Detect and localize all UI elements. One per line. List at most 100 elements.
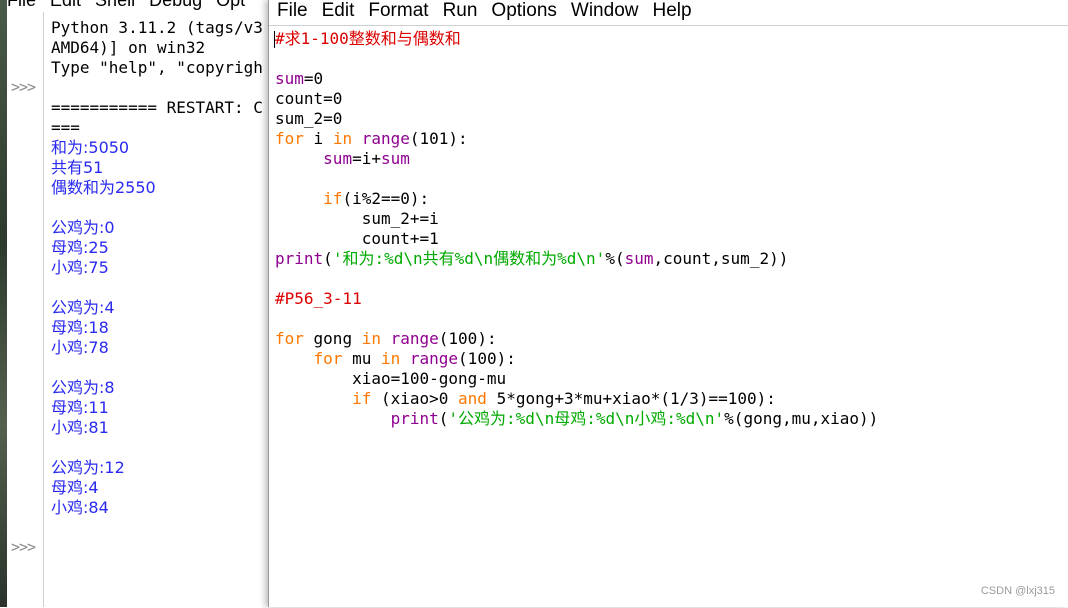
code-token: and bbox=[458, 389, 487, 408]
code-line: for gong in range(100): bbox=[275, 329, 878, 349]
code-token: (100): bbox=[438, 329, 497, 348]
code-text[interactable]: #求1-100整数和与偶数和 sum=0 count=0 sum_2=0 for i … bbox=[275, 29, 878, 429]
code-token: (100): bbox=[458, 349, 516, 368]
code-line: sum=i+sum bbox=[275, 149, 878, 169]
code-token: =i+ bbox=[352, 149, 381, 168]
code-line: count+=1 bbox=[275, 229, 878, 249]
code-token: in bbox=[332, 129, 353, 148]
code-token: xiao=100-gong-mu bbox=[275, 369, 507, 388]
shell-menu-debug[interactable]: Debug bbox=[149, 0, 202, 10]
code-token: (101): bbox=[409, 129, 468, 148]
shell-output-line: 母鸡:11 bbox=[51, 398, 109, 417]
python-shell-window[interactable]: File Edit Shell Debug Opt >>> >>> Python 3.1… bbox=[7, 0, 269, 607]
code-token: ( bbox=[323, 249, 333, 268]
code-line: for i in range(101): bbox=[275, 129, 878, 149]
menu-run[interactable]: Run bbox=[441, 0, 480, 24]
shell-prompt-gutter: >>> >>> bbox=[7, 12, 44, 607]
shell-output-line bbox=[51, 278, 269, 298]
shell-output-line: 母鸡:25 bbox=[51, 238, 109, 257]
shell-output-line bbox=[51, 438, 269, 458]
shell-prompt: >>> bbox=[11, 78, 36, 96]
code-token: sum_2=0 bbox=[275, 109, 343, 128]
shell-output-line: 公鸡为:8 bbox=[51, 378, 115, 397]
shell-header-line bbox=[51, 78, 269, 98]
shell-header-line: Type "help", "copyrigh bbox=[51, 58, 263, 77]
shell-header-line: === bbox=[51, 118, 80, 137]
code-line: xiao=100-gong-mu bbox=[275, 369, 878, 389]
code-line: print('和为:%d\n共有%d\n偶数和为%d\n'%(sum,count… bbox=[275, 249, 878, 269]
code-token: ,count,sum_2)) bbox=[653, 249, 789, 268]
shell-output-line: 公鸡为:12 bbox=[51, 458, 125, 477]
shell-output-line bbox=[51, 198, 269, 218]
code-editor[interactable]: #求1-100整数和与偶数和 sum=0 count=0 sum_2=0 for i … bbox=[269, 25, 1068, 608]
code-line: sum_2=0 bbox=[275, 109, 878, 129]
menu-format[interactable]: Format bbox=[366, 0, 430, 24]
shell-output[interactable]: Python 3.11.2 (tags/v3 AMD64)] on win32 Ty… bbox=[51, 18, 269, 518]
code-token: =0 bbox=[303, 69, 324, 88]
code-token: range bbox=[390, 329, 439, 348]
shell-output-line: 和为:5050 bbox=[51, 138, 130, 157]
shell-prompt: >>> bbox=[11, 538, 36, 556]
code-token: in bbox=[361, 329, 381, 348]
editor-window[interactable]: File Edit Format Run Options Window Help… bbox=[268, 0, 1068, 607]
code-token: mu bbox=[342, 349, 381, 368]
code-line: if(i%2==0): bbox=[275, 189, 878, 209]
code-token: for bbox=[313, 349, 343, 368]
shell-menu-options[interactable]: Opt bbox=[216, 0, 245, 10]
code-token: sum bbox=[624, 249, 654, 268]
code-line: print('公鸡为:%d\n母鸡:%d\n小鸡:%d\n'%(gong,mu,… bbox=[275, 409, 879, 429]
menu-window[interactable]: Window bbox=[569, 0, 641, 24]
shell-output-line: 公鸡为:4 bbox=[51, 298, 115, 317]
code-line: #求1-100整数和与偶数和 bbox=[275, 29, 878, 49]
code-token: range bbox=[409, 349, 459, 368]
shell-menu-shell[interactable]: Shell bbox=[95, 0, 135, 10]
shell-menubar: File Edit Shell Debug Opt bbox=[7, 0, 269, 12]
code-token: for bbox=[275, 129, 304, 148]
menu-file[interactable]: File bbox=[275, 0, 310, 24]
code-token: for bbox=[275, 329, 304, 348]
shell-menu-edit[interactable]: Edit bbox=[50, 0, 81, 10]
code-token: sum bbox=[380, 149, 410, 168]
menu-options[interactable]: Options bbox=[489, 0, 558, 24]
shell-menu-file[interactable]: File bbox=[7, 0, 36, 10]
code-line: for mu in range(100): bbox=[275, 349, 878, 369]
code-token: #求1-100整数和与偶数和 bbox=[275, 29, 461, 48]
shell-output-line bbox=[51, 358, 269, 378]
code-token: count+=1 bbox=[275, 229, 439, 248]
code-line: count=0 bbox=[275, 89, 878, 109]
code-token: i bbox=[303, 129, 333, 148]
shell-output-line: 小鸡:84 bbox=[51, 498, 109, 517]
code-token: sum_2+=i bbox=[275, 209, 439, 228]
code-token: count=0 bbox=[275, 89, 343, 108]
code-token: range bbox=[361, 129, 410, 148]
shell-output-line: 母鸡:18 bbox=[51, 318, 109, 337]
code-token: (xiao>0 bbox=[371, 389, 459, 408]
code-token: ( bbox=[438, 409, 449, 428]
editor-menubar: File Edit Format Run Options Window Help bbox=[269, 0, 1068, 24]
code-token: print bbox=[390, 409, 439, 428]
shell-header-line: =========== RESTART: C bbox=[51, 98, 263, 117]
shell-output-line: 公鸡为:0 bbox=[51, 218, 115, 237]
shell-output-line: 偶数和为2550 bbox=[51, 178, 156, 197]
code-token: '公鸡为:%d\n母鸡:%d\n小鸡:%d\n' bbox=[448, 409, 725, 428]
menu-help[interactable]: Help bbox=[650, 0, 693, 24]
code-token: #P56_3-11 bbox=[275, 289, 362, 308]
shell-header-line: AMD64)] on win32 bbox=[51, 38, 206, 57]
code-token: in bbox=[380, 349, 401, 368]
code-line: sum_2+=i bbox=[275, 209, 878, 229]
menu-edit[interactable]: Edit bbox=[320, 0, 357, 24]
code-token: '和为:%d\n共有%d\n偶数和为%d\n' bbox=[332, 249, 606, 268]
code-token: sum bbox=[275, 69, 304, 88]
code-token: 5*gong+3*mu+xiao*(1/3)==100): bbox=[486, 389, 776, 408]
desktop-background bbox=[0, 0, 7, 607]
